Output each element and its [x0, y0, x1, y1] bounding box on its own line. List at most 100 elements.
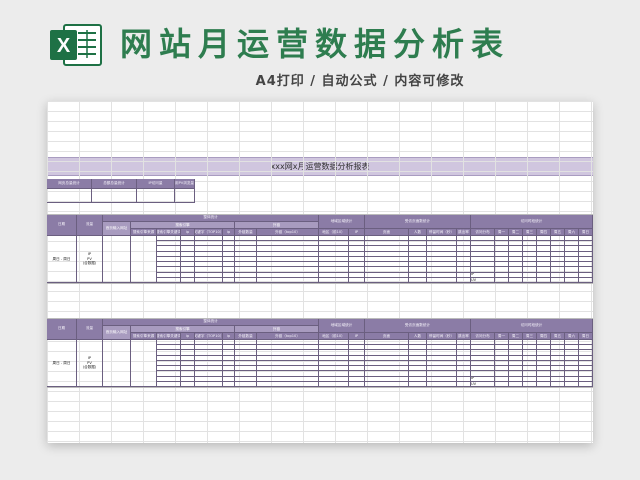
- gridline: [47, 171, 593, 172]
- summary-header-cell: 网页总量统计: [47, 179, 92, 189]
- group-time: 访问时段统计: [471, 318, 593, 333]
- header-weekday: 周四: [537, 333, 551, 340]
- table-bottom-border: [47, 387, 593, 388]
- group-page: 受访页面数统计: [365, 318, 471, 333]
- body-entrance[interactable]: [103, 236, 131, 283]
- body-entrance[interactable]: [103, 340, 131, 387]
- metric-line: (合数据): [82, 365, 97, 370]
- header-visitors: 人数: [409, 333, 427, 340]
- header-stay-time: 停留时间（秒）: [427, 229, 457, 236]
- group-total: 整体统计: [103, 214, 319, 222]
- header-ip: ip: [181, 333, 195, 340]
- header-visit-time: 访问分布: [471, 229, 495, 236]
- header-external-top10: 外链（top10）: [257, 333, 319, 340]
- header-weekday: 周五: [551, 333, 565, 340]
- gridline: [47, 411, 593, 412]
- header-stay-time: 停留时间（秒）: [427, 333, 457, 340]
- header-weekday: 周六: [565, 229, 579, 236]
- header-weekday: 周一: [495, 229, 509, 236]
- gridline: [47, 141, 593, 142]
- gridline: [47, 111, 593, 112]
- header-region: 地区（前10）: [319, 229, 349, 236]
- body-metric[interactable]: IP PV (合数据): [77, 340, 103, 387]
- header-metric: 流量: [77, 214, 103, 236]
- group-time: 访问时段统计: [471, 214, 593, 229]
- spreadsheet-preview: xxx网x月运营数据分析报表 网页总量统计 总额总量统计 IP访问量 用PV浏览量 日期…: [47, 101, 593, 443]
- header-ip: ip: [223, 229, 235, 236]
- gridline: [47, 441, 593, 442]
- body-search-source[interactable]: [131, 340, 157, 387]
- group-search: 搜索引擎: [131, 326, 235, 333]
- header-weekday: 周日: [579, 333, 593, 340]
- table-bottom-border: [47, 283, 593, 284]
- group-external: 外链: [235, 326, 319, 333]
- header-weekday: 周三: [523, 229, 537, 236]
- header-entrance: 首页输入网址: [103, 222, 131, 236]
- header-search-keyword: 搜索引擎关键词: [157, 229, 181, 236]
- group-external: 外链: [235, 222, 319, 229]
- body-search-source[interactable]: [131, 236, 157, 283]
- header-weekday: 周五: [551, 229, 565, 236]
- header-weekday: 周二: [509, 229, 523, 236]
- summary-header-cell: 用PV浏览量: [175, 179, 195, 189]
- header-bounce-rate: 跳出率: [457, 333, 471, 340]
- gridline: [47, 101, 593, 102]
- header-keyword-top10: 关键字（TOP10）: [195, 333, 223, 340]
- header-external-top10: 外链（top10）: [257, 229, 319, 236]
- gridline: [47, 131, 593, 132]
- header-keyword-top10: 关键字（TOP10）: [195, 229, 223, 236]
- body-date[interactable]: 周日 - 周日: [47, 236, 77, 283]
- header-bounce-rate: 跳出率: [457, 229, 471, 236]
- excel-icon: X: [50, 24, 102, 66]
- header-ip: ip: [181, 229, 195, 236]
- gridline: [47, 421, 593, 422]
- header-visit-time: 访问分布: [471, 333, 495, 340]
- gridline: [47, 291, 593, 292]
- group-page: 受访页面数统计: [365, 214, 471, 229]
- header-ip: ip: [223, 333, 235, 340]
- header-search-source: 搜索引擎来源: [131, 333, 157, 340]
- excel-icon-letter: X: [57, 35, 71, 57]
- gridline: [47, 161, 593, 162]
- header-visitors: 人数: [409, 229, 427, 236]
- header-ip: IP: [349, 333, 365, 340]
- summary-value-cell[interactable]: [92, 189, 137, 203]
- gridline: [47, 301, 593, 302]
- header-weekday: 周四: [537, 229, 551, 236]
- page-title: 网站月运营数据分析表: [120, 25, 511, 63]
- header-entrance: 首页输入网址: [103, 326, 131, 340]
- group-total: 整体统计: [103, 318, 319, 326]
- header-page: 页面: [365, 333, 409, 340]
- gridline: [47, 391, 593, 392]
- group-region: 地域区域统计: [319, 318, 365, 333]
- gridline: [47, 211, 593, 212]
- header-search-keyword: 搜索引擎关键词: [157, 333, 181, 340]
- gridline: [47, 401, 593, 402]
- summary-value-cell[interactable]: [175, 189, 195, 203]
- header: X 网站月运营数据分析表 A4打印 / 自动公式 / 内容可修改: [0, 0, 640, 100]
- body-metric[interactable]: IP PV (合数据): [77, 236, 103, 283]
- header-date: 日期: [47, 318, 77, 340]
- header-search-source: 搜索引擎来源: [131, 229, 157, 236]
- summary-value-cell[interactable]: [47, 189, 92, 203]
- page-subtitle: A4打印 / 自动公式 / 内容可修改: [255, 74, 465, 89]
- header-region: 地区（前10）: [319, 333, 349, 340]
- header-weekday: 周日: [579, 229, 593, 236]
- gridline: [47, 151, 593, 152]
- header-external-count: 外链数量: [235, 229, 257, 236]
- header-date: 日期: [47, 214, 77, 236]
- header-ip: IP: [349, 229, 365, 236]
- gridline: [47, 311, 593, 312]
- gridline: [47, 431, 593, 432]
- header-external-count: 外链数量: [235, 333, 257, 340]
- metric-line: (合数据): [82, 261, 97, 266]
- header-weekday: 周三: [523, 333, 537, 340]
- gridline: [47, 121, 593, 122]
- group-region: 地域区域统计: [319, 214, 365, 229]
- summary-value-cell[interactable]: [137, 189, 175, 203]
- header-metric: 流量: [77, 318, 103, 340]
- header-weekday: 周二: [509, 333, 523, 340]
- report-title: xxx网x月运营数据分析报表: [47, 157, 593, 176]
- group-search: 搜索引擎: [131, 222, 235, 229]
- body-date[interactable]: 周日 - 周日: [47, 340, 77, 387]
